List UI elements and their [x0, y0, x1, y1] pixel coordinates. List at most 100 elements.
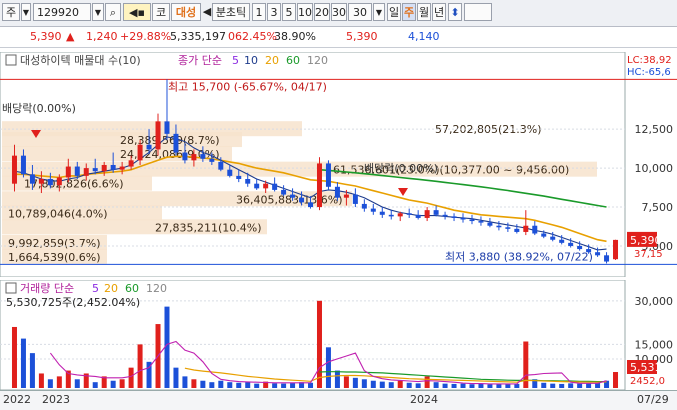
market-dropdown-icon[interactable]: ▼ [21, 3, 31, 21]
volume-bar [119, 379, 125, 388]
lc-label: LC:38,92 [627, 55, 672, 66]
candle-body [263, 183, 269, 189]
volume-bar [613, 372, 619, 388]
stock-code-input[interactable]: 129920 [33, 3, 91, 21]
legend-ma20: 20 [265, 54, 279, 67]
up-down-arrow-icon[interactable]: ⬍ [448, 3, 462, 21]
y-tick-label: 10,000 [635, 162, 674, 175]
x-label-2022: 2022 [3, 393, 31, 406]
period-day[interactable]: 일 [387, 3, 401, 21]
volume: 5,335,197 [170, 30, 226, 43]
candle-body [469, 219, 475, 222]
candle-body [191, 154, 197, 161]
candle-body [442, 214, 448, 217]
legend-ma60: 60 [286, 54, 300, 67]
quote-bar: 5,390 ▲ 1,240 +29.88% 5,335,197 062.45% … [0, 27, 677, 48]
candle-body [514, 228, 520, 232]
change-amount: 1,240 [86, 30, 118, 43]
volume-bar [191, 379, 197, 388]
candle-body [397, 213, 403, 217]
volume-chart[interactable]: 30,00015,00010,0005,5312452,0 거래량 단순 5 2… [0, 280, 677, 390]
market-label: 주 [5, 6, 17, 19]
x-label-2024: 2024 [410, 393, 438, 406]
ex-dividend-label: 배당락(0.00%) [364, 162, 438, 175]
nav-left-button[interactable]: ◀ [202, 3, 212, 21]
market-select[interactable]: 주 [2, 3, 20, 21]
blank-field[interactable] [464, 3, 492, 21]
candle-body [343, 194, 349, 198]
volume-bar [478, 383, 484, 388]
volume-bar [541, 382, 547, 388]
volume-profile-label: 27,835,211(10.4%) [155, 221, 262, 234]
interval-20[interactable]: 20 [314, 3, 330, 21]
period-year[interactable]: 년 [432, 3, 446, 21]
volume-legend-checkbox[interactable] [5, 282, 17, 294]
candle-body [20, 155, 26, 175]
interval-5[interactable]: 5 [282, 3, 296, 21]
toolbar: 주 ▼ 129920 ▼ ⌕ ◀▪ 코 대성 ◀ 분초틱 1 3 5 10 20… [0, 0, 677, 27]
candle-body [388, 214, 394, 217]
candle-body [613, 239, 619, 260]
candle-body [550, 236, 556, 240]
period-month[interactable]: 월 [417, 3, 431, 21]
volume-bar [343, 376, 349, 388]
volume-legend-label: 거래량 단순 [20, 282, 74, 295]
volume-bar [550, 383, 556, 388]
candle-body [209, 158, 215, 162]
volume-bar [442, 383, 448, 388]
volume-bar [433, 382, 439, 388]
volume-bar [388, 382, 394, 388]
code-dropdown-icon[interactable]: ▼ [92, 3, 104, 21]
legend-checkbox[interactable] [5, 54, 17, 66]
volume-percent: 062.45% [228, 30, 277, 43]
interval-1[interactable]: 1 [252, 3, 266, 21]
candle-body [308, 202, 314, 208]
chart-title: 대성하이텍 매물대 수(10) [20, 53, 141, 67]
volume-bar [325, 347, 331, 388]
volume-profile-label: 9,992,859(3.7%) [8, 237, 101, 250]
candle-body [227, 169, 233, 176]
candle-body [424, 210, 430, 218]
speaker-icon[interactable]: ◀▪ [123, 3, 151, 21]
volume-bar [559, 383, 565, 388]
volume-bar [227, 382, 233, 388]
legend-ma120: 120 [307, 54, 328, 67]
candle-body [325, 163, 331, 187]
current-price: 5,390 [30, 30, 62, 43]
search-icon[interactable]: ⌕ [105, 3, 121, 21]
candle-body [38, 179, 44, 184]
candle-body [487, 222, 493, 226]
candle-body [379, 211, 385, 215]
count-dropdown-icon[interactable]: ▼ [373, 3, 385, 21]
ex-dividend-label: 배당락(0.00%) [2, 102, 76, 115]
volume-profile-label: 10,789,046(4.0%) [8, 207, 108, 220]
vlegend-20: 20 [104, 282, 118, 295]
volume-profile-label: 36,405,883(13.6%) [236, 193, 343, 206]
legend-ma5: 5 [232, 54, 239, 67]
price-chart[interactable]: 57,202,805(21.3%)61,536,601(23.0%)(10,37… [0, 52, 677, 277]
tick-interval-button[interactable]: 분초틱 [212, 3, 250, 21]
candle-body [164, 121, 170, 134]
volume-profile-label: 1,664,539(0.6%) [8, 251, 101, 264]
count-input[interactable]: 30 [348, 3, 372, 21]
volume-bar [424, 376, 430, 388]
volume-bar [281, 383, 287, 388]
candle-body [281, 189, 287, 195]
high-annotation: 최고 15,700 (-65.67%, 04/17) [168, 80, 327, 93]
candle-body [523, 225, 529, 232]
volume-pct-label: 2452,0 [630, 376, 665, 387]
candle-body [200, 154, 206, 159]
volume-profile-label: 28,389,569(8.7%) [120, 134, 220, 147]
volume-bar [290, 383, 296, 388]
period-week[interactable]: 주 [402, 3, 416, 21]
candle-body [415, 214, 421, 218]
candle-body [460, 217, 466, 220]
interval-10[interactable]: 10 [297, 3, 313, 21]
interval-3[interactable]: 3 [267, 3, 281, 21]
volume-bar [352, 377, 358, 388]
up-arrow-icon: ▲ [66, 30, 75, 43]
interval-30[interactable]: 30 [331, 3, 347, 21]
volume-readout: 5,530,725주(2,452.04%) [6, 296, 140, 309]
volume-y-tick-label: 15,000 [635, 338, 674, 351]
volume-bar [469, 384, 475, 388]
